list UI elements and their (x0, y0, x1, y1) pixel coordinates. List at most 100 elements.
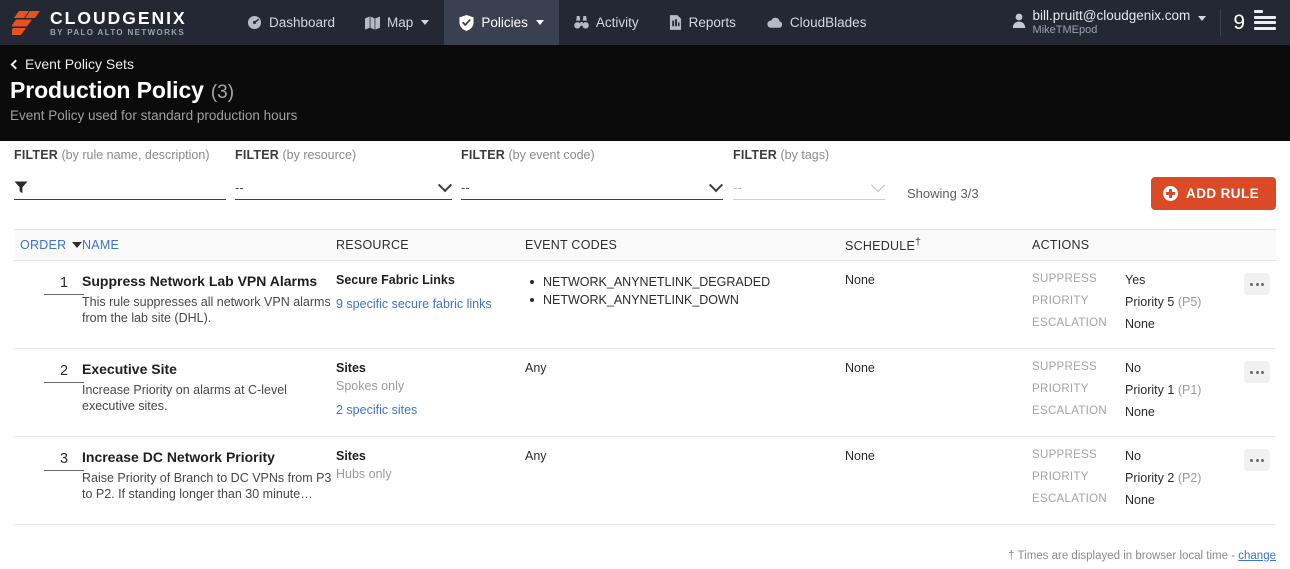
nav-item-map[interactable]: Map (350, 0, 444, 45)
priority-label: Priority 5 (1125, 295, 1175, 309)
resource-type: Sites (336, 449, 366, 463)
brand-logo-area[interactable]: CLOUDGENIX BY PALO ALTO NETWORKS (0, 0, 232, 45)
page-title-count: (3) (210, 82, 235, 103)
binoculars-icon (574, 15, 589, 30)
priority-label: Priority 1 (1125, 383, 1175, 397)
search-input-wrapper[interactable] (14, 176, 226, 200)
nav-item-policies[interactable]: Policies (444, 0, 559, 45)
action-value-escalation: None (1125, 493, 1155, 507)
row-menu-button[interactable] (1244, 449, 1270, 471)
event-code-any: Any (525, 361, 547, 375)
user-avatar-icon (1012, 13, 1026, 33)
resource-detail-link[interactable]: 9 specific secure fabric links (336, 297, 525, 311)
column-label-schedule: SCHEDULE (845, 239, 916, 254)
action-row-priority: PRIORITY Priority 1 (P1) (1032, 383, 1201, 405)
column-header-order[interactable]: ORDER (14, 238, 83, 252)
schedule-cell: None (845, 361, 1032, 436)
filter-label-rule-name: FILTER (by rule name, description) (14, 148, 210, 162)
column-label-order: ORDER (20, 238, 67, 252)
action-value-priority: Priority 2 (P2) (1125, 471, 1201, 493)
action-value-suppress: No (1125, 361, 1141, 375)
chevron-down-icon (421, 20, 430, 25)
chevron-down-icon (1198, 16, 1207, 21)
filter-value-event-code: -- (461, 180, 470, 195)
page-title: Production Policy (10, 77, 204, 103)
nav-item-reports[interactable]: Reports (654, 0, 751, 45)
action-row-suppress: SUPPRESS No (1032, 361, 1201, 383)
schedule-dagger: † (915, 236, 922, 248)
filter-input-rule-name[interactable] (34, 180, 224, 195)
hamburger-menu-icon[interactable] (1254, 9, 1276, 31)
action-row-suppress: SUPPRESS No (1032, 449, 1201, 471)
row-menu-button[interactable] (1244, 361, 1270, 383)
nav-item-cloudblades[interactable]: CloudBlades (751, 0, 882, 45)
order-cell: 1 (14, 273, 84, 348)
table-body: 1 Suppress Network Lab VPN Alarms This r… (14, 261, 1276, 525)
action-row-escalation: ESCALATION None (1032, 493, 1201, 515)
actions-table: SUPPRESS No PRIORITY Priority 2 (P2) ESC… (1032, 449, 1201, 515)
schedule-value: None (845, 449, 875, 463)
rules-table: ORDER NAME RESOURCE EVENT CODES SCHEDULE… (0, 229, 1290, 525)
filter-value-resource: -- (235, 180, 244, 195)
filter-select-tags[interactable]: -- (733, 176, 886, 200)
nav-label-reports: Reports (688, 15, 736, 30)
schedule-cell: None (845, 449, 1032, 524)
nav-label-dashboard: Dashboard (269, 15, 336, 30)
sort-descending-icon[interactable] (72, 242, 83, 248)
column-header-name[interactable]: NAME (82, 238, 336, 252)
filter-select-resource[interactable]: -- (235, 176, 453, 200)
event-code-any: Any (525, 449, 547, 463)
order-number: 1 (44, 275, 84, 295)
report-icon (669, 15, 682, 30)
notification-count: 9 (1233, 10, 1245, 34)
rule-name: Executive Site (82, 361, 177, 377)
map-icon (365, 15, 381, 30)
user-menu[interactable]: bill.pruitt@cloudgenix.com MikeTMEpod (998, 0, 1221, 45)
notifications-menu[interactable]: 9 (1221, 0, 1290, 45)
table-row[interactable]: 2 Executive Site Increase Priority on al… (14, 349, 1276, 437)
add-rule-label: ADD RULE (1186, 186, 1259, 201)
table-row[interactable]: 3 Increase DC Network Priority Raise Pri… (14, 437, 1276, 525)
footer-note: † Times are displayed in browser local t… (0, 542, 1290, 569)
shield-check-icon (459, 14, 474, 31)
filter-group-event-code: FILTER (by event code) -- (461, 141, 724, 200)
nav-right-area: bill.pruitt@cloudgenix.com MikeTMEpod 9 (998, 0, 1290, 45)
breadcrumb-label: Event Policy Sets (25, 56, 134, 72)
nav-item-activity[interactable]: Activity (559, 0, 654, 45)
action-key-suppress: SUPPRESS (1032, 361, 1098, 373)
column-header-event-codes: EVENT CODES (525, 238, 618, 252)
resource-cell: Sites Spokes only 2 specific sites (336, 361, 525, 436)
table-header-row: ORDER NAME RESOURCE EVENT CODES SCHEDULE… (14, 229, 1276, 261)
column-header-actions: ACTIONS (1032, 238, 1090, 252)
nav-label-cloudblades: CloudBlades (789, 15, 867, 30)
priority-short: (P5) (1177, 295, 1202, 309)
action-row-escalation: ESCALATION None (1032, 405, 1201, 427)
resource-cell: Secure Fabric Links 9 specific secure fa… (336, 273, 525, 348)
event-code-item: NETWORK_ANYNETLINK_DOWN (525, 291, 845, 309)
breadcrumb-event-policy-sets[interactable]: Event Policy Sets (10, 54, 1276, 74)
filter-group-tags: FILTER (by tags) -- (733, 141, 886, 200)
action-row-escalation: ESCALATION None (1032, 317, 1201, 339)
name-cell: Suppress Network Lab VPN Alarms This rul… (82, 273, 336, 348)
schedule-value: None (845, 361, 875, 375)
brand-subtitle: BY PALO ALTO NETWORKS (50, 27, 186, 37)
event-codes-cell: NETWORK_ANYNETLINK_DEGRADED NETWORK_ANYNE… (525, 273, 845, 348)
chevron-down-icon (870, 177, 886, 192)
footer-change-link[interactable]: change (1238, 550, 1276, 562)
rule-description: Raise Priority of Branch to DC VPNs from… (82, 471, 332, 501)
order-cell: 3 (14, 449, 84, 524)
column-header-resource: RESOURCE (336, 238, 409, 252)
resource-cell: Sites Hubs only (336, 449, 525, 524)
filter-bar: FILTER (by rule name, description) FILTE… (0, 141, 1290, 229)
action-value-priority: Priority 1 (P1) (1125, 383, 1201, 405)
table-row[interactable]: 1 Suppress Network Lab VPN Alarms This r… (14, 261, 1276, 349)
actions-cell: SUPPRESS No PRIORITY Priority 1 (P1) ESC… (1032, 361, 1276, 436)
add-rule-button[interactable]: ADD RULE (1151, 177, 1276, 210)
nav-label-map: Map (387, 15, 414, 30)
row-menu-button[interactable] (1244, 273, 1270, 295)
event-codes-cell: Any (525, 449, 845, 524)
nav-item-dashboard[interactable]: Dashboard (232, 0, 350, 45)
resource-detail-link[interactable]: 2 specific sites (336, 403, 525, 417)
filter-select-event-code[interactable]: -- (461, 176, 724, 200)
action-key-priority: PRIORITY (1032, 471, 1089, 483)
